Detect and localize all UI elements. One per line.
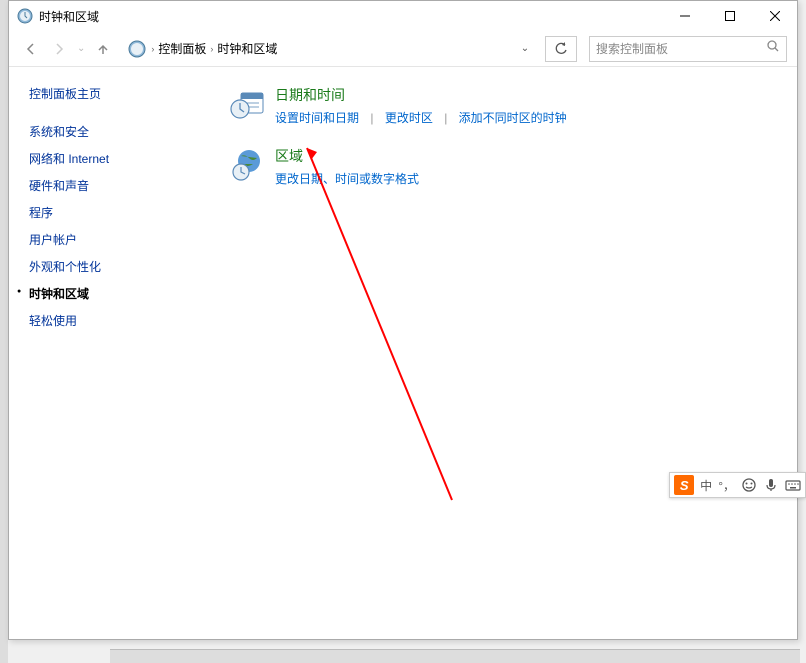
ime-face-icon[interactable]: [741, 477, 757, 493]
search-input[interactable]: [596, 42, 766, 56]
window-title: 时钟和区域: [39, 8, 662, 25]
refresh-button[interactable]: [545, 36, 577, 62]
maximize-button[interactable]: [707, 1, 752, 31]
chevron-right-icon: ›: [151, 44, 154, 54]
search-icon: [766, 39, 780, 58]
datetime-icon: [229, 85, 265, 121]
sidebar-item-appearance[interactable]: 外观和个性化: [29, 253, 209, 280]
sidebar-home-link[interactable]: 控制面板主页: [29, 85, 209, 102]
ime-logo-icon[interactable]: S: [674, 475, 694, 495]
desktop-left-edge: [0, 0, 8, 663]
region-icon: [229, 146, 265, 182]
section-region: 区域 更改日期、时间或数字格式: [229, 146, 777, 187]
link-add-clocks[interactable]: 添加不同时区的时钟: [459, 111, 567, 125]
ime-keyboard-icon[interactable]: [785, 477, 801, 493]
breadcrumb-item[interactable]: 控制面板: [158, 40, 206, 57]
sidebar-list: 系统和安全 网络和 Internet 硬件和声音 程序 用户帐户 外观和个性化 …: [29, 118, 209, 334]
link-change-format[interactable]: 更改日期、时间或数字格式: [275, 172, 419, 186]
forward-button[interactable]: [47, 37, 71, 61]
link-change-timezone[interactable]: 更改时区: [385, 111, 433, 125]
sidebar: 控制面板主页 系统和安全 网络和 Internet 硬件和声音 程序 用户帐户 …: [9, 67, 209, 639]
recent-dropdown-icon[interactable]: ⌄: [77, 43, 85, 54]
link-separator: |: [444, 111, 447, 125]
section-links: 更改日期、时间或数字格式: [275, 170, 419, 187]
section-body: 日期和时间 设置时间和日期 | 更改时区 | 添加不同时区的时钟: [275, 85, 567, 126]
window-controls: [662, 1, 797, 31]
link-set-datetime[interactable]: 设置时间和日期: [275, 111, 359, 125]
ime-punct-toggle[interactable]: °，: [718, 477, 735, 494]
section-title-datetime[interactable]: 日期和时间: [275, 85, 567, 105]
back-button[interactable]: [19, 37, 43, 61]
ime-mic-icon[interactable]: [763, 477, 779, 493]
address-dropdown-icon[interactable]: ⌄: [517, 43, 533, 54]
section-body: 区域 更改日期、时间或数字格式: [275, 146, 419, 187]
chevron-right-icon: ›: [210, 44, 213, 54]
control-panel-window: 时钟和区域 ⌄ › 控制面板 › 时钟和区域 ⌄: [8, 0, 798, 640]
sidebar-item-ease[interactable]: 轻松使用: [29, 307, 209, 334]
sidebar-item-clock[interactable]: 时钟和区域: [29, 280, 209, 307]
app-icon: [17, 8, 33, 24]
section-links: 设置时间和日期 | 更改时区 | 添加不同时区的时钟: [275, 109, 567, 126]
sidebar-item-hardware[interactable]: 硬件和声音: [29, 172, 209, 199]
content-area: 控制面板主页 系统和安全 网络和 Internet 硬件和声音 程序 用户帐户 …: [9, 67, 797, 639]
sidebar-item-accounts[interactable]: 用户帐户: [29, 226, 209, 253]
ime-toolbar[interactable]: S 中 °，: [669, 472, 806, 498]
section-datetime: 日期和时间 设置时间和日期 | 更改时区 | 添加不同时区的时钟: [229, 85, 777, 126]
sidebar-item-programs[interactable]: 程序: [29, 199, 209, 226]
link-separator: |: [370, 111, 373, 125]
address-icon: [127, 39, 147, 59]
breadcrumb-item[interactable]: 时钟和区域: [217, 40, 277, 57]
navigation-bar: ⌄ › 控制面板 › 时钟和区域 ⌄: [9, 31, 797, 67]
sidebar-item-network[interactable]: 网络和 Internet: [29, 145, 209, 172]
section-title-region[interactable]: 区域: [275, 146, 419, 166]
up-button[interactable]: [91, 37, 115, 61]
sidebar-item-system[interactable]: 系统和安全: [29, 118, 209, 145]
close-button[interactable]: [752, 1, 797, 31]
minimize-button[interactable]: [662, 1, 707, 31]
breadcrumb[interactable]: › 控制面板 › 时钟和区域: [151, 40, 513, 57]
titlebar: 时钟和区域: [9, 1, 797, 31]
ime-lang-toggle[interactable]: 中: [700, 477, 712, 494]
main-content: 日期和时间 设置时间和日期 | 更改时区 | 添加不同时区的时钟: [209, 67, 797, 639]
search-box[interactable]: [589, 36, 787, 62]
desktop-bottom-edge: [110, 649, 800, 663]
